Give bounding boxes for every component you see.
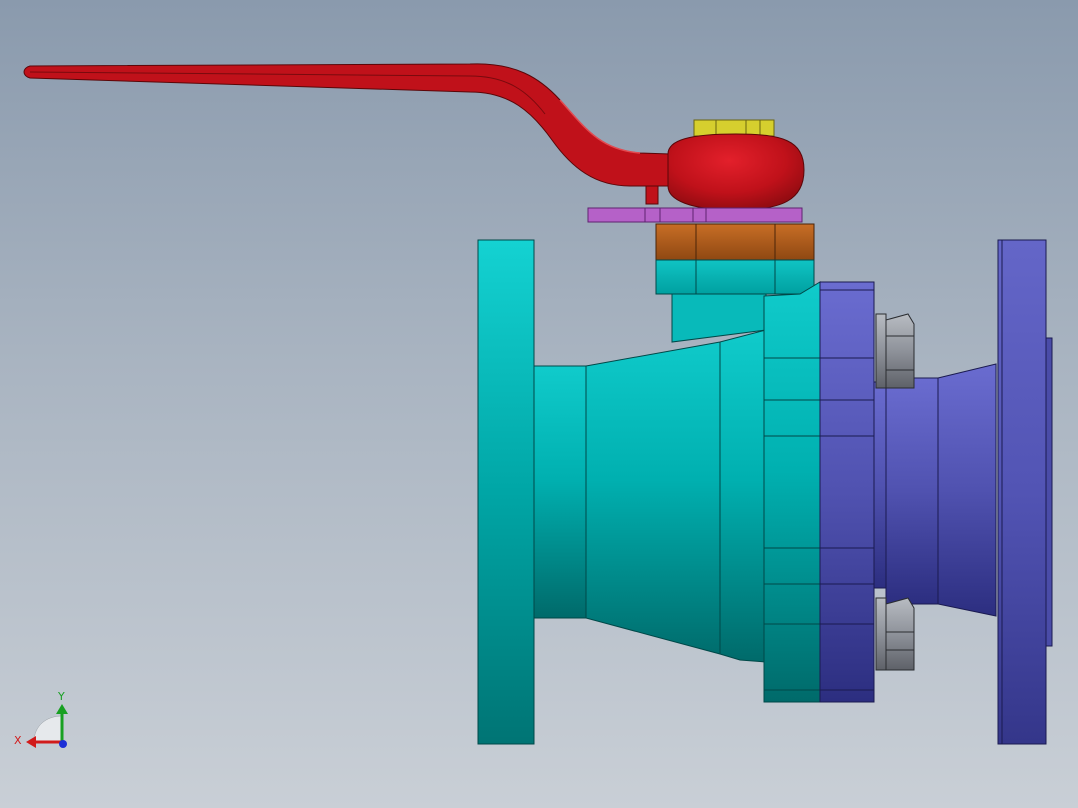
graphics-viewport[interactable]: Y X: [0, 0, 1078, 808]
gland-nut[interactable]: [655, 223, 815, 261]
triad-x-arrow-icon: [26, 736, 36, 748]
end-cap-body[interactable]: [873, 363, 997, 617]
valve-body[interactable]: [533, 281, 821, 703]
reference-triad: Y X: [14, 690, 68, 748]
stop-plate[interactable]: [587, 207, 803, 223]
triad-y-arrow-icon: [56, 704, 68, 714]
triad-x-label: X: [14, 734, 22, 747]
handle-hub[interactable]: [667, 133, 805, 211]
triad-z-axis-icon: [59, 740, 67, 748]
triad-plane-icon: [33, 715, 63, 743]
right-flange[interactable]: [997, 239, 1053, 745]
bolt-bottom[interactable]: [875, 597, 915, 671]
bolt-top[interactable]: [875, 313, 915, 389]
left-flange[interactable]: [477, 239, 535, 745]
valve-model-view[interactable]: Y X: [0, 0, 1078, 808]
end-cap-flange[interactable]: [819, 281, 875, 703]
lever-handle[interactable]: [23, 63, 671, 205]
triad-y-label: Y: [57, 690, 65, 703]
